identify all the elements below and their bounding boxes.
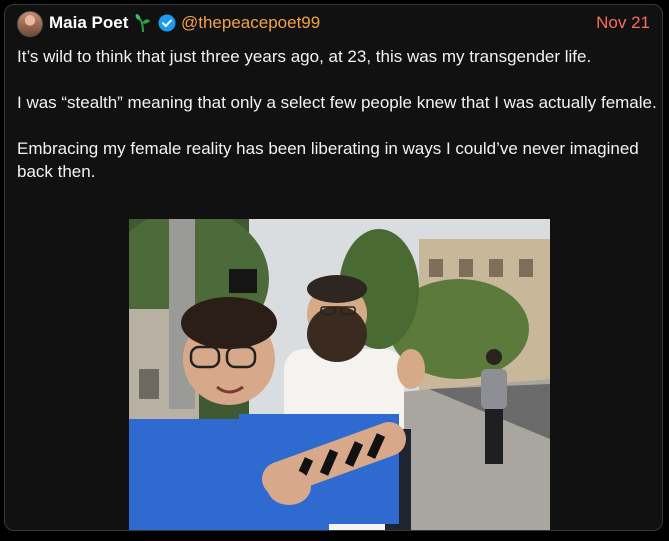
author-handle[interactable]: @thepeacepoet99 — [181, 13, 320, 33]
tweet-text: It’s wild to think that just three years… — [17, 45, 657, 206]
author-avatar[interactable] — [17, 11, 43, 37]
verified-badge-icon — [158, 14, 176, 32]
author-name[interactable]: Maia Poet — [49, 13, 128, 33]
tweet-card[interactable]: Maia Poet @thepeacepoet99 Nov 21 It’s wi… — [4, 4, 663, 531]
seedling-icon — [135, 11, 151, 33]
tweet-photo[interactable] — [129, 219, 550, 530]
tweet-date[interactable]: Nov 21 — [596, 13, 650, 33]
tweet-paragraph: Embracing my female reality has been lib… — [17, 139, 639, 181]
tweet-header: Maia Poet @thepeacepoet99 Nov 21 — [17, 11, 652, 37]
tweet-paragraph: It’s wild to think that just three years… — [17, 47, 592, 66]
tweet-paragraph: I was “stealth” meaning that only a sele… — [17, 93, 657, 112]
